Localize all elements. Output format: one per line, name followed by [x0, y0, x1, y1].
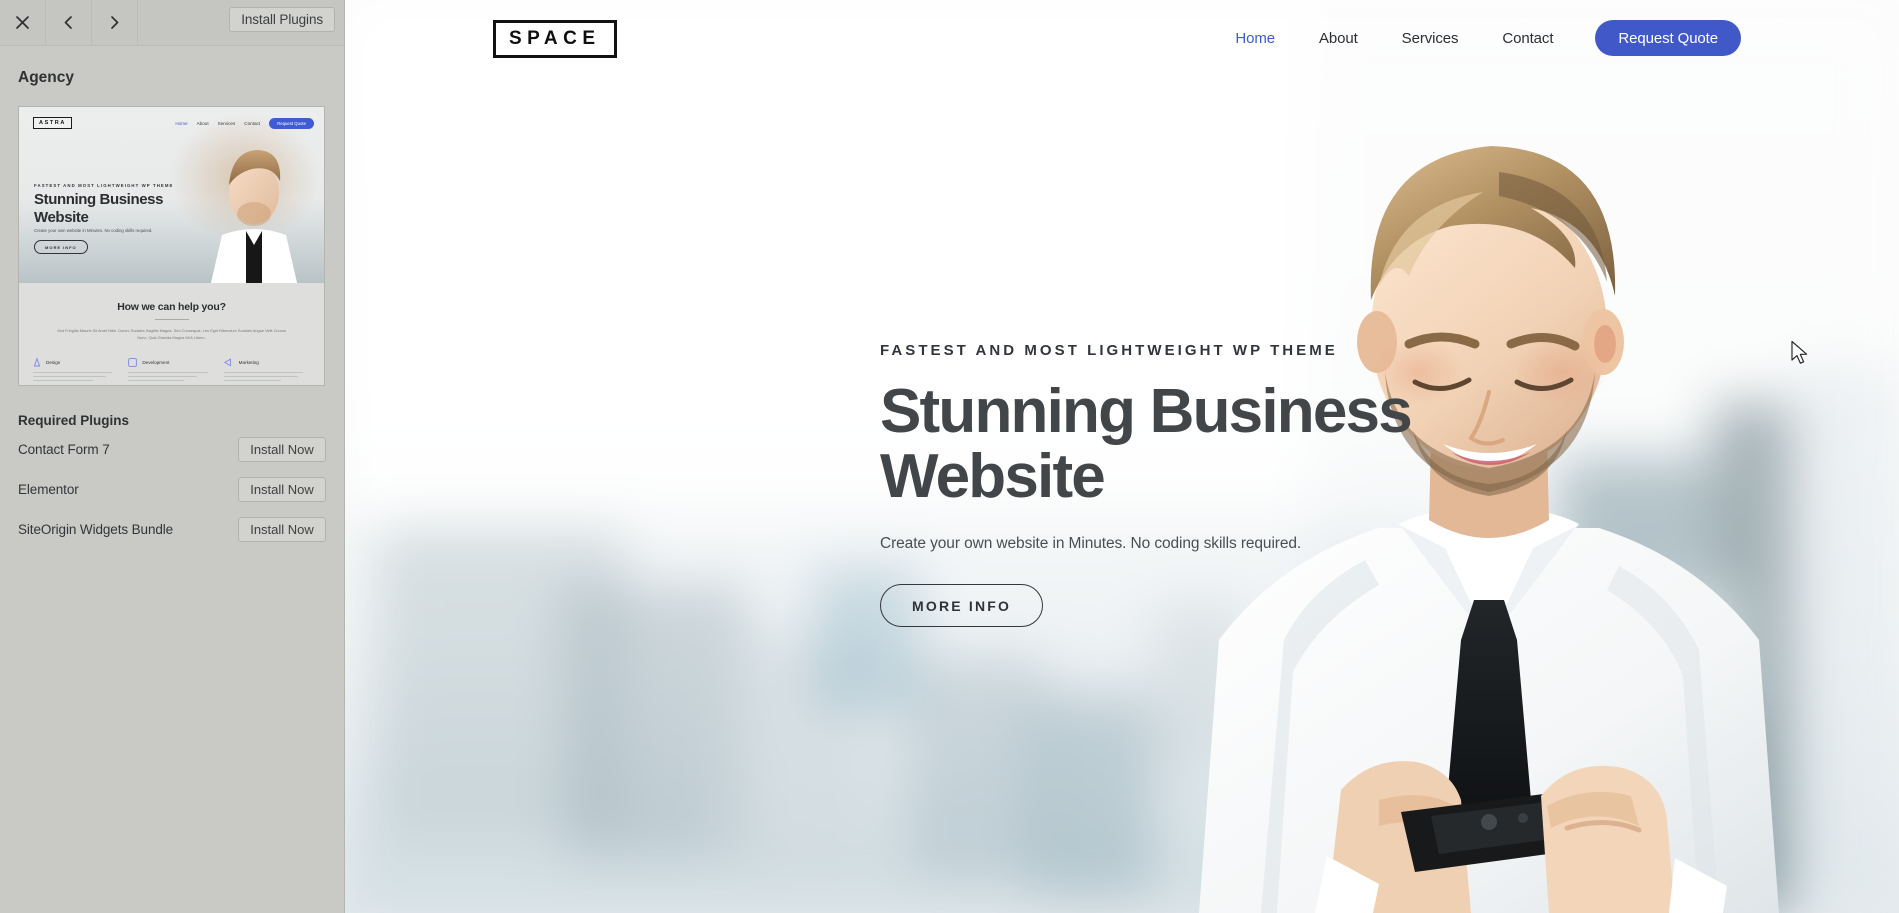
thumbnail-column-title: Marketing — [238, 359, 259, 365]
close-button[interactable] — [0, 0, 46, 46]
plugin-name: SiteOrigin Widgets Bundle — [18, 521, 174, 537]
thumbnail-section-title: How we can help you? — [117, 301, 226, 313]
thumbnail-column-text — [128, 371, 214, 382]
site-preview: SPACE Home About Services Contact Reques… — [345, 0, 1899, 913]
hero-headline-line1: Stunning Business — [880, 377, 1413, 446]
thumbnail-section-lead: Sed Fringilla Mauris Sit Amet Nibh. Done… — [57, 328, 286, 341]
nav-item-contact[interactable]: Contact — [1480, 30, 1575, 47]
theme-name: Agency — [18, 69, 74, 86]
more-info-button[interactable]: MORE INFO — [880, 584, 1044, 628]
thumbnail-more-info-button: MORE INFO — [34, 240, 88, 254]
theme-preview-thumbnail[interactable]: ASTRA Home About Services Contact Reques… — [18, 106, 325, 386]
thumbnail-nav-contact: Contact — [244, 121, 261, 126]
thumbnail-headline: Stunning Business Website — [34, 191, 163, 226]
install-now-button[interactable]: Install Now — [238, 516, 326, 542]
thumbnail-logo: ASTRA — [33, 117, 72, 129]
hero-headline: Stunning Business Website — [880, 379, 1440, 509]
chevron-left-icon — [64, 16, 72, 29]
required-plugins-heading: Required Plugins — [18, 413, 130, 428]
hero-copy: FASTEST AND MOST LIGHTWEIGHT WP THEME St… — [880, 342, 1440, 628]
thumbnail-columns: Design Development Marketing — [19, 357, 324, 384]
thumbnail-hero: ASTRA Home About Services Contact Reques… — [19, 107, 324, 283]
plugin-row: Contact Form 7 Install Now — [18, 430, 326, 468]
thumbnail-column-development: Development — [128, 357, 214, 384]
main-nav: Home About Services Contact Request Quot… — [1213, 20, 1741, 56]
nav-item-services[interactable]: Services — [1380, 30, 1481, 47]
hero-headline-line2: Website — [880, 442, 1106, 512]
thumbnail-services-section: How we can help you? Sed Fringilla Mauri… — [19, 283, 324, 385]
thumbnail-headline-line1: Stunning Business — [34, 191, 164, 208]
nav-item-about[interactable]: About — [1297, 30, 1380, 47]
theme-installer-window: Install Plugins Agency ASTRA Home About … — [0, 0, 1899, 913]
thumbnail-column-marketing: Marketing — [223, 358, 310, 384]
close-icon — [16, 16, 29, 29]
thumbnail-mini-site: ASTRA Home About Services Contact Reques… — [19, 107, 324, 385]
thumbnail-eyebrow: FASTEST AND MOST LIGHTWEIGHT WP THEME — [34, 183, 174, 188]
thumbnail-nav-about: About — [196, 121, 209, 126]
plugin-name: Elementor — [18, 481, 79, 497]
pen-icon — [33, 357, 41, 367]
hero-eyebrow: FASTEST AND MOST LIGHTWEIGHT WP THEME — [880, 342, 1338, 359]
thumbnail-headline-line2: Website — [34, 208, 89, 226]
mouse-cursor-icon — [1791, 340, 1808, 364]
nav-item-home[interactable]: Home — [1213, 30, 1297, 47]
megaphone-icon — [223, 358, 231, 367]
thumbnail-column-title: Development — [142, 359, 170, 365]
thumbnail-nav-home: Home — [175, 121, 188, 126]
hero-subcopy: Create your own website in Minutes. No c… — [880, 535, 1302, 553]
thumbnail-column-text — [33, 371, 119, 382]
forward-button[interactable] — [92, 0, 138, 46]
thumbnail-column-title: Design — [46, 359, 61, 365]
back-button[interactable] — [46, 0, 92, 46]
thumbnail-cta: Request Quote — [269, 118, 314, 129]
theme-sidebar: Install Plugins Agency ASTRA Home About … — [0, 0, 345, 913]
plugin-name: Contact Form 7 — [18, 441, 110, 457]
install-now-button[interactable]: Install Now — [238, 476, 326, 502]
sidebar-body: Agency ASTRA Home About Services Contact… — [0, 46, 344, 548]
thumbnail-divider — [154, 319, 189, 320]
code-icon — [128, 357, 138, 367]
site-header: SPACE Home About Services Contact Reques… — [345, 0, 1899, 70]
chevron-right-icon — [111, 16, 119, 29]
thumbnail-column-design: Design — [33, 357, 119, 384]
plugin-row: SiteOrigin Widgets Bundle Install Now — [18, 510, 326, 548]
install-plugins-button[interactable]: Install Plugins — [229, 7, 335, 32]
sidebar-toolbar: Install Plugins — [0, 0, 344, 46]
thumbnail-nav-services: Services — [217, 121, 236, 126]
install-plugins-label: Install Plugins — [241, 12, 323, 27]
request-quote-button[interactable]: Request Quote — [1595, 20, 1741, 56]
thumbnail-column-text — [223, 371, 310, 382]
install-now-button[interactable]: Install Now — [238, 436, 326, 462]
thumbnail-nav: Home About Services Contact Request Quot… — [175, 118, 314, 129]
thumbnail-photo — [210, 150, 298, 283]
hero-section: SPACE Home About Services Contact Reques… — [345, 0, 1899, 913]
plugin-row: Elementor Install Now — [18, 470, 326, 508]
thumbnail-subcopy: Create your own website in Minutes. No c… — [34, 228, 153, 233]
site-logo[interactable]: SPACE — [493, 20, 617, 58]
